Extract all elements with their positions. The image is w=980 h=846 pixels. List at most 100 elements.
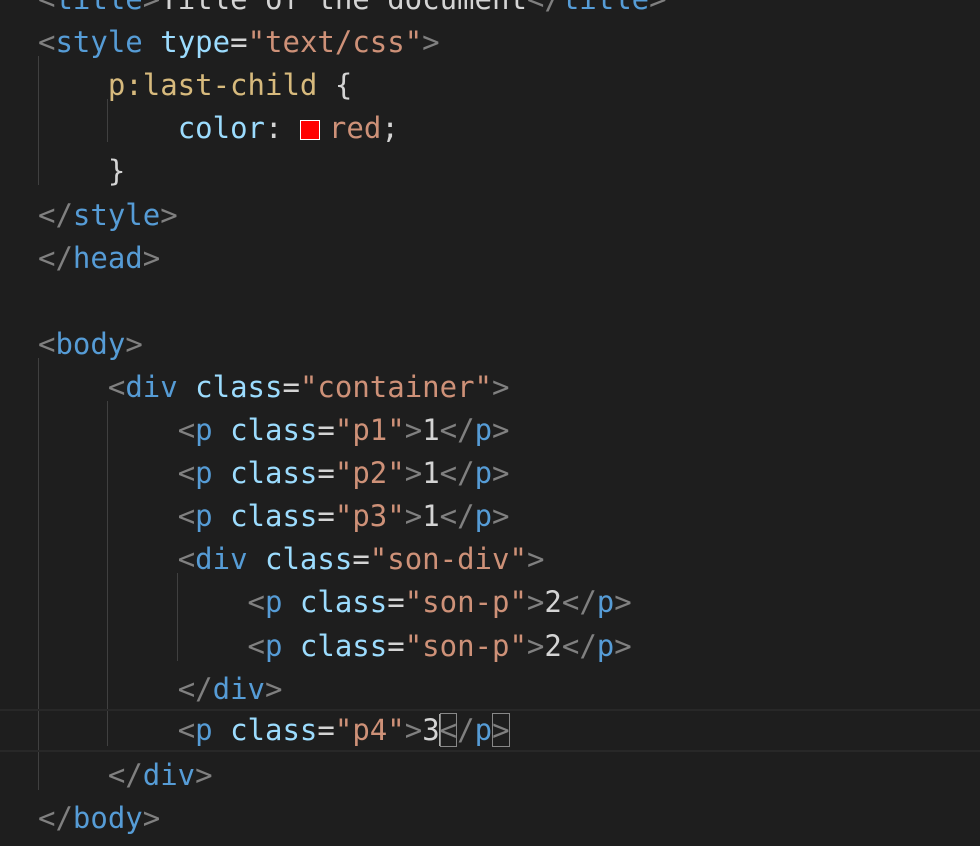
code-token: </	[439, 413, 475, 447]
code-token: ;	[381, 111, 399, 146]
code-token: >	[492, 499, 510, 534]
code-token: 1	[422, 413, 440, 447]
code-line-style-close[interactable]: </style>	[38, 194, 178, 237]
code-token: style	[55, 25, 143, 60]
code-token: div	[125, 369, 178, 404]
code-token: p	[596, 585, 615, 620]
code-token: >	[404, 413, 423, 447]
code-token: p	[474, 712, 493, 747]
code-line-rule-close[interactable]: }	[38, 150, 125, 193]
code-token: class	[299, 585, 388, 620]
code-line-p4[interactable]: <p class="p4">3</p>	[0, 708, 980, 752]
code-token: =	[317, 499, 335, 534]
code-token: "son-div"	[369, 542, 527, 577]
code-token: style	[72, 197, 161, 232]
code-token: color	[177, 111, 265, 146]
code-token: </	[561, 628, 597, 663]
code-token: </	[38, 800, 73, 835]
code-line-style-open[interactable]: <style type="text/css">	[38, 21, 440, 64]
code-token: "son-p"	[404, 585, 527, 620]
code-line-son-p-1[interactable]: <p class="son-p">2</p>	[38, 581, 632, 624]
code-line-div-son[interactable]: <div class="son-div">	[38, 538, 545, 581]
code-token: "text/css"	[247, 25, 423, 60]
code-token: >	[265, 671, 283, 706]
code-token: >	[526, 542, 545, 577]
code-token: =	[317, 712, 335, 747]
code-token: :	[265, 111, 300, 146]
code-token: >	[125, 326, 143, 361]
code-token: >	[143, 0, 160, 16]
code-token: p	[474, 413, 493, 447]
code-token: p	[195, 499, 213, 534]
code-token: class	[265, 542, 353, 577]
code-line-head-close[interactable]: </head>	[38, 237, 160, 280]
code-token: <	[177, 542, 196, 577]
code-token: div	[142, 757, 196, 792]
code-token: >	[492, 413, 510, 447]
code-token: 3	[422, 712, 440, 747]
code-line-body-close[interactable]: </body>	[38, 797, 160, 840]
code-token: class	[230, 712, 318, 747]
code-line-son-p-2[interactable]: <p class="son-p">2</p>	[38, 625, 632, 668]
matched-bracket: >	[492, 712, 510, 747]
code-token: type	[160, 25, 231, 60]
code-token: >	[526, 585, 545, 620]
code-token: <	[177, 712, 196, 747]
color-swatch[interactable]	[299, 120, 320, 141]
code-line-p2[interactable]: <p class="p2">1</p>	[38, 452, 510, 495]
code-line-div-container[interactable]: <div class="container">	[38, 366, 510, 409]
code-line-div-son-close[interactable]: </div>	[38, 668, 283, 711]
code-token: >	[422, 25, 440, 60]
code-token: body	[55, 326, 126, 361]
code-line-declaration[interactable]: color: red;	[38, 107, 399, 150]
code-token: >	[649, 0, 666, 16]
code-line-p3[interactable]: <p class="p3">1</p>	[38, 495, 510, 538]
code-token: >	[404, 712, 423, 747]
code-token: p	[264, 585, 283, 620]
code-token: body	[72, 800, 143, 835]
code-line-div-container-close[interactable]: </div>	[38, 754, 213, 797]
code-token: p:last-child	[107, 68, 318, 103]
code-token: >	[404, 456, 423, 491]
code-token: </	[561, 585, 597, 620]
code-line-body-open[interactable]: <body>	[38, 323, 143, 366]
code-editor[interactable]: <title>Title of the document</title><sty…	[0, 0, 980, 846]
code-token: p	[195, 413, 213, 447]
code-line-selector[interactable]: p:last-child {	[38, 64, 352, 107]
code-token: =	[282, 369, 300, 404]
code-token: =	[317, 456, 335, 491]
code-token: >	[526, 628, 545, 663]
code-token: "p1"	[334, 413, 405, 447]
code-line-title[interactable]: <title>Title of the document</title>	[38, 0, 667, 21]
code-token: >	[404, 499, 423, 534]
code-token: </	[527, 0, 562, 16]
code-token: </	[439, 456, 475, 491]
code-line-p1[interactable]: <p class="p1">1</p>	[38, 409, 510, 452]
code-token: =	[387, 585, 405, 620]
code-token: "container"	[299, 369, 493, 404]
code-token: head	[72, 240, 143, 275]
code-token: 2	[544, 585, 562, 620]
code-token: </	[38, 197, 73, 232]
code-token: Title of the document	[160, 0, 527, 16]
code-token: class	[230, 499, 318, 534]
code-token: =	[387, 628, 405, 663]
code-token: div	[195, 542, 248, 577]
code-token: =	[317, 413, 335, 447]
code-token: }	[38, 154, 126, 189]
code-token: <	[38, 326, 56, 361]
code-token: "p2"	[334, 456, 405, 491]
code-token: class	[195, 369, 283, 404]
code-token: class	[230, 413, 318, 447]
